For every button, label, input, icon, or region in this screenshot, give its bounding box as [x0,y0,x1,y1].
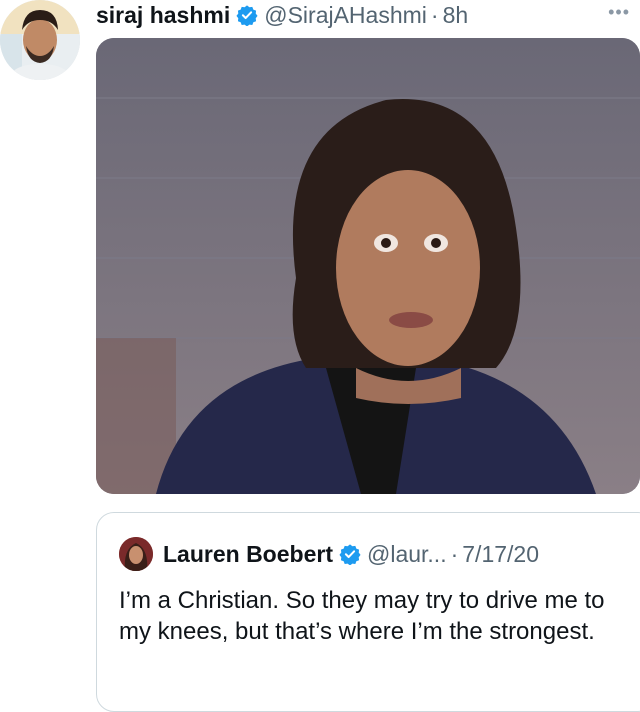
avatar-image [0,0,80,80]
more-options-icon[interactable]: ••• [608,2,630,23]
separator-dot: · [430,1,439,28]
quoted-tweet-card[interactable]: Lauren Boebert @laur... · 7/17/20 I’m a … [96,512,640,712]
quoted-verified-badge-icon [339,544,361,565]
tweet-header: siraj hashmi @SirajAHashmi · 8h [96,0,468,30]
author-name[interactable]: siraj hashmi [96,2,230,29]
author-avatar[interactable] [0,0,80,80]
quoted-tweet-header: Lauren Boebert @laur... · 7/17/20 [119,537,539,571]
tweet-media-image[interactable] [96,38,640,494]
quoted-tweet-date[interactable]: 7/17/20 [462,541,539,568]
media-photo [96,38,640,494]
quoted-separator-dot: · [450,540,459,567]
quoted-avatar-image [119,537,153,571]
quoted-author-handle[interactable]: @laur... [367,541,447,568]
tweet-timestamp[interactable]: 8h [443,2,469,29]
quoted-author-name[interactable]: Lauren Boebert [163,541,333,568]
verified-badge-icon [236,5,258,26]
quoted-author-avatar[interactable] [119,537,153,571]
quoted-tweet-text: I’m a Christian. So they may try to driv… [119,587,605,645]
author-handle[interactable]: @SirajAHashmi [264,2,427,29]
